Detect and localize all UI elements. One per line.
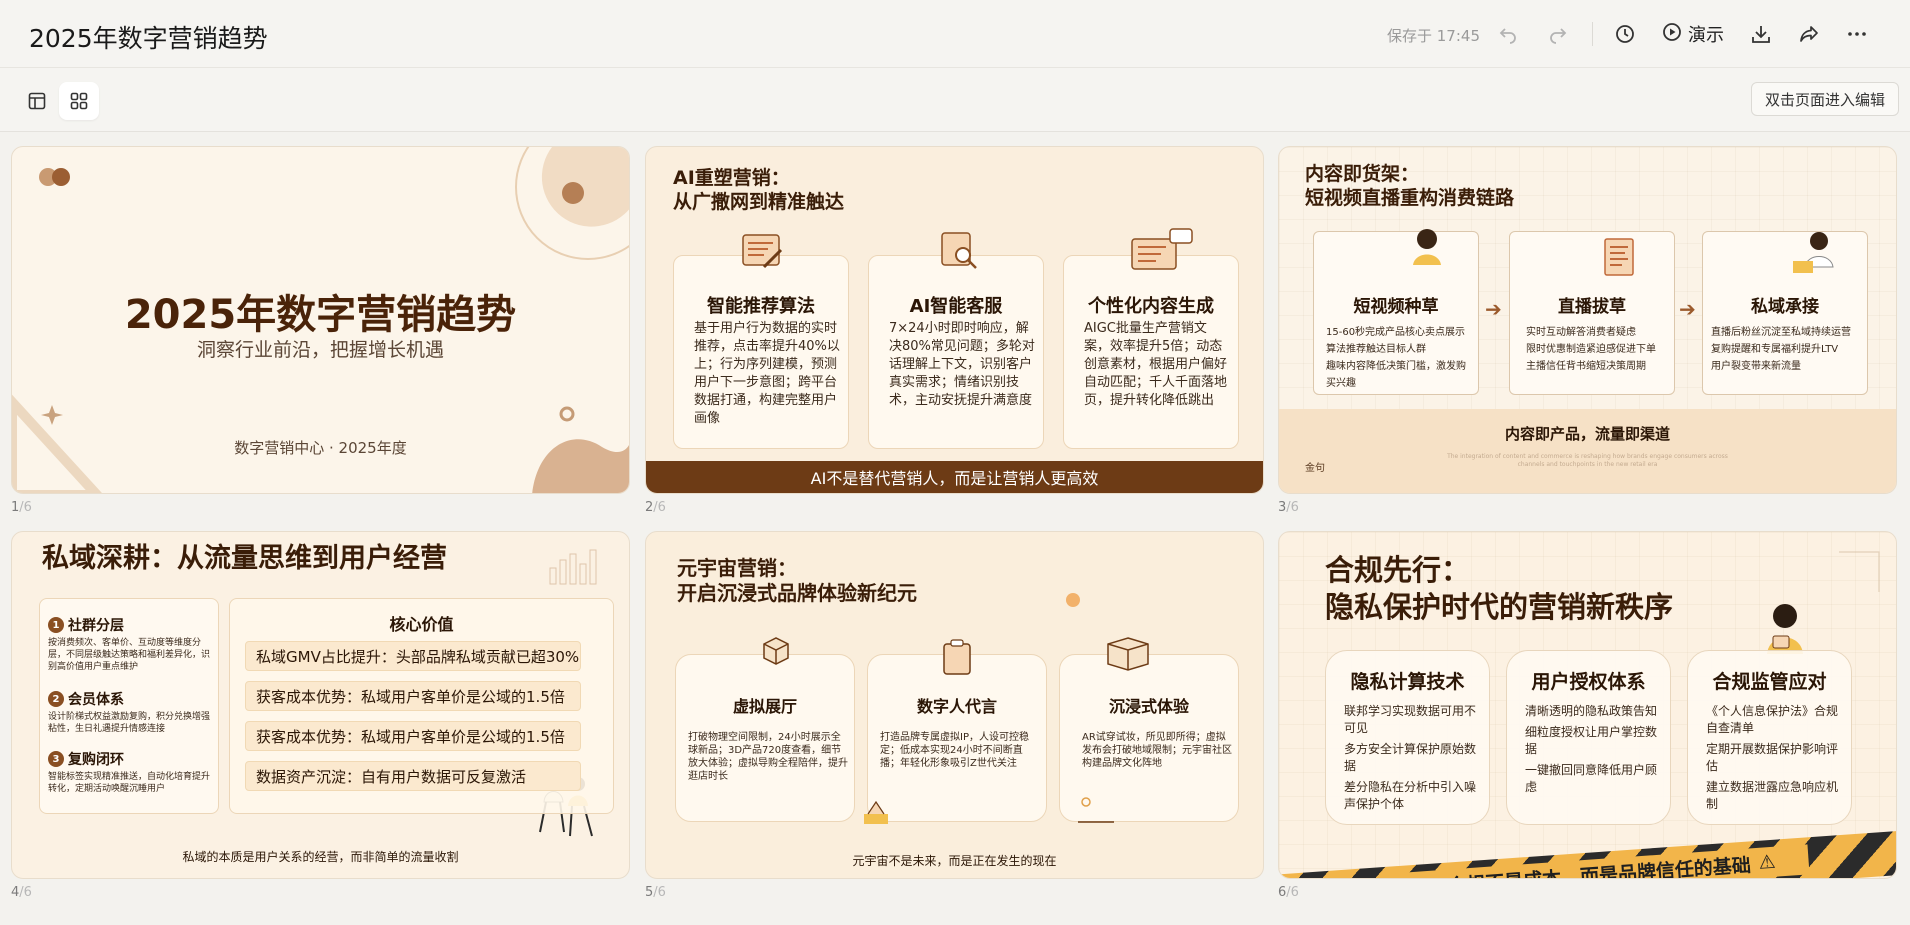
list-item-title: 3 复购闭环	[48, 749, 124, 769]
card-title: 合规监管应对	[1712, 671, 1827, 693]
slide-number-2: 2/6	[645, 500, 666, 515]
slide-number-3: 3/6	[1278, 500, 1299, 515]
card-title: 隐私计算技术	[1350, 671, 1465, 693]
card-lines: 直播后粉丝沉淀至私域持续运营 复购提醒和专属福利提升LTV 用户裂变带来新流量	[1711, 327, 1851, 372]
slide-number-5: 5/6	[645, 885, 666, 900]
card-title: 用户授权体系	[1531, 671, 1646, 693]
card-text: AR试穿试妆，所见即所得；虚拟发布会打破地域限制；元宇宙社区构建品牌文化阵地	[1082, 732, 1232, 769]
slide-3-quote-band: 内容即产品，流量即渠道 金句 The integration of conten…	[1279, 409, 1896, 493]
play-icon	[1662, 22, 1682, 47]
card-title: 私域承接	[1751, 297, 1819, 317]
slide-2-card-2: AI智能客服 7×24小时即时响应，解决80%常见问题；多轮对话理解上下文，识别…	[868, 255, 1044, 449]
slide-thumbnail-6[interactable]: 合规先行： 隐私保护时代的营销新秩序 隐私计算技术 联邦学习实现数据可用不可见 …	[1278, 531, 1897, 879]
save-status: 保存于 17:45	[1387, 27, 1480, 45]
card-title: 数字人代言	[916, 697, 997, 716]
card-title: 智能推荐算法	[707, 296, 815, 317]
history-icon[interactable]	[1611, 20, 1639, 48]
slide-4-list-panel: 1 社群分层 按消费频次、客单价、互动度等维度分层，不同层级触达策略和福利差异化，…	[39, 598, 219, 814]
card-text: AIGC批量生产营销文案，效率提升5倍；动态创意素材，根据用户偏好自动匹配；千人…	[1084, 321, 1228, 408]
slide-thumbnail-3[interactable]: 内容即货架： 短视频直播重构消费链路 短视频种草 15-60秒完成产品核心卖点展…	[1278, 146, 1897, 494]
card-lines: 联邦学习实现数据可用不可见 多方安全计算保护原始数据 差分隐私在分析中引入噪声保…	[1344, 704, 1477, 811]
card-title: 沉浸式体验	[1108, 697, 1189, 716]
quote-fine-print: The integration of content and commerce …	[1447, 453, 1728, 468]
core-row: 私域GMV占比提升：头部品牌私域贡献已超30%	[245, 641, 581, 671]
slide-number-4: 4/6	[11, 885, 32, 900]
slide-5-footer: 元宇宙不是未来，而是正在发生的现在	[852, 854, 1057, 868]
slide-thumbnail-1[interactable]: 2025年数字营销趋势 洞察行业前沿，把握增长机遇 数字营销中心 · 2025年…	[11, 146, 630, 494]
warning-icon: ⚠	[1422, 874, 1441, 878]
card-title: AI智能客服	[909, 296, 1003, 317]
core-title: 核心价值	[389, 615, 454, 634]
list-item-title: 1 社群分层	[48, 615, 124, 635]
slide-2-card-1: 智能推荐算法 基于用户行为数据的实时推荐，点击率提升40%以上；行为序列建模，预…	[673, 255, 849, 449]
slide-5-card-3: 沉浸式体验 AR试穿试妆，所见即所得；虚拟发布会打破地域限制；元宇宙社区构建品牌…	[1059, 654, 1239, 822]
slide-1-subtitle: 洞察行业前沿，把握增长机遇	[196, 339, 444, 361]
slide-5-card-2: 数字人代言 打造品牌专属虚拟IP，人设可控稳定；低成本实现24小时不间断直播；年…	[867, 654, 1047, 822]
card-text: 打破物理空间限制，24小时展示全球新品；3D产品720度查看，细节放大体验；虚拟…	[688, 732, 848, 782]
slide-6-card-1: 隐私计算技术 联邦学习实现数据可用不可见 多方安全计算保护原始数据 差分隐私在分…	[1325, 650, 1490, 825]
flow-arrow-icon: ➔	[1485, 297, 1502, 321]
slide-4-footer: 私域的本质是用户关系的经营，而非简单的流量收割	[182, 850, 459, 864]
redo-icon[interactable]	[1544, 20, 1572, 48]
view-toolbar: 双击页面进入编辑	[0, 68, 1910, 132]
slide-3-title: 内容即货架： 短视频直播重构消费链路	[1305, 163, 1515, 209]
share-icon[interactable]	[1795, 20, 1823, 48]
slide-6-title: 合规先行： 隐私保护时代的营销新秩序	[1325, 553, 1674, 624]
list-item-text: 设计阶梯式权益激励复购，积分兑换增强粘性，生日礼遇提升情感连接	[48, 712, 211, 734]
card-text: 基于用户行为数据的实时推荐，点击率提升40%以上；行为序列建模，预测用户下一步意…	[694, 321, 840, 426]
document-title[interactable]: 2025年数字营销趋势	[29, 19, 268, 55]
warning-icon: ⚠	[1757, 850, 1777, 874]
card-title: 短视频种草	[1353, 297, 1439, 317]
slide-thumbnail-4[interactable]: 私域深耕：从流量思维到用户经营 1 社群分层 按消费频次、客单价、互动度等维度分层…	[11, 531, 630, 879]
slide-5-title: 元宇宙营销： 开启沉浸式品牌体验新纪元	[677, 556, 917, 605]
slide-thumbnail-5[interactable]: 元宇宙营销： 开启沉浸式品牌体验新纪元 虚拟展厅 打破物理空间限制，24小时展示…	[645, 531, 1264, 879]
slide-6-card-2: 用户授权体系 清晰透明的隐私政策告知 细粒度授权让用户掌控数据 一键撤回同意降低…	[1506, 650, 1671, 825]
slide-number-1: 1/6	[11, 500, 32, 515]
quote-label: 金句	[1305, 463, 1325, 474]
card-lines: 15-60秒完成产品核心卖点展示 算法推荐触达目标人群 趣味内容降低决策门槛，激…	[1326, 327, 1466, 389]
card-title: 直播拔草	[1558, 297, 1626, 317]
card-lines: 实时互动解答消费者疑虑 限时优惠制造紧迫感促进下单 主播信任背书缩短决策周期	[1526, 327, 1656, 372]
top-toolbar: 2025年数字营销趋势 保存于 17:45 演示	[0, 0, 1910, 68]
slide-2-footer-band: AI不是替代营销人，而是让营销人更高效	[646, 461, 1263, 493]
slide-2-card-3: 个性化内容生成 AIGC批量生产营销文案，效率提升5倍；动态创意素材，根据用户偏…	[1063, 255, 1239, 449]
toolbar-divider	[1592, 22, 1593, 46]
layout-icon[interactable]	[17, 82, 57, 120]
core-row: 获客成本优势：私域用户客单价是公域的1.5倍	[245, 681, 581, 711]
slide-1-title: 2025年数字营销趋势	[124, 292, 517, 338]
undo-icon[interactable]	[1494, 20, 1522, 48]
list-item-title: 2 会员体系	[48, 689, 124, 709]
slide-5-card-1: 虚拟展厅 打破物理空间限制，24小时展示全球新品；3D产品720度查看，细节放大…	[675, 654, 855, 822]
list-item-text: 智能标签实现精准推送，自动化培育提升转化，定期活动唤醒沉睡用户	[48, 772, 211, 794]
more-icon[interactable]	[1843, 20, 1871, 48]
card-title: 虚拟展厅	[732, 697, 797, 716]
card-title: 个性化内容生成	[1088, 296, 1214, 317]
card-lines: 《个人信息保护法》合规自查清单 定期开展数据保护影响评估 建立数据泄露应急响应机…	[1706, 704, 1839, 811]
slide-number-6: 6/6	[1278, 885, 1299, 900]
slide-6-card-3: 合规监管应对 《个人信息保护法》合规自查清单 定期开展数据保护影响评估 建立数据…	[1687, 650, 1852, 825]
card-text: 打造品牌专属虚拟IP，人设可控稳定；低成本实现24小时不间断直播；年轻化形象吸引…	[880, 732, 1029, 769]
slide-thumbnail-2[interactable]: AI重塑营销： 从广撒网到精准触达 智能推荐算法 基于用户行为数据的实时推荐，点…	[645, 146, 1264, 494]
card-lines: 清晰透明的隐私政策告知 细粒度授权让用户掌控数据 一键撤回同意降低用户顾虑	[1525, 704, 1658, 794]
slide-4-title: 私域深耕：从流量思维到用户经营	[42, 543, 447, 574]
present-button[interactable]: 演示	[1662, 18, 1724, 50]
slide-4-core-panel: 核心价值 私域GMV占比提升：头部品牌私域贡献已超30% 获客成本优势：私域用户…	[229, 598, 614, 814]
slide-3-card-2: 直播拔草 实时互动解答消费者疑虑 限时优惠制造紧迫感促进下单 主播信任背书缩短决…	[1509, 231, 1675, 395]
flow-arrow-icon: ➔	[1679, 297, 1696, 321]
grid-view-icon[interactable]	[59, 82, 99, 120]
slide-3-card-1: 短视频种草 15-60秒完成产品核心卖点展示 算法推荐触达目标人群 趣味内容降低…	[1313, 231, 1479, 395]
edit-hint-button[interactable]: 双击页面进入编辑	[1751, 82, 1899, 116]
quote-title: 内容即产品，流量即渠道	[1504, 425, 1670, 443]
slide-3-card-3: 私域承接 直播后粉丝沉淀至私域持续运营 复购提醒和专属福利提升LTV 用户裂变带…	[1702, 231, 1868, 395]
slide-2-title: AI重塑营销： 从广撒网到精准触达	[673, 167, 845, 213]
core-row: 数据资产沉淀：自有用户数据可反复激活	[245, 761, 581, 791]
download-icon[interactable]	[1747, 20, 1775, 48]
orb-icon	[1066, 593, 1080, 607]
present-label: 演示	[1688, 25, 1724, 46]
core-row: 获客成本优势：私域用户客单价是公域的1.5倍	[245, 721, 581, 751]
card-text: 7×24小时即时响应，解决80%常见问题；多轮对话理解上下文，识别客户真实需求；…	[889, 321, 1035, 408]
list-item-text: 按消费频次、客单价、互动度等维度分层，不同层级触达策略和福利差异化，识别高价值用…	[48, 638, 211, 672]
bar-chart-icon	[549, 549, 597, 585]
slide-1-organization: 数字营销中心 · 2025年度	[234, 439, 407, 457]
